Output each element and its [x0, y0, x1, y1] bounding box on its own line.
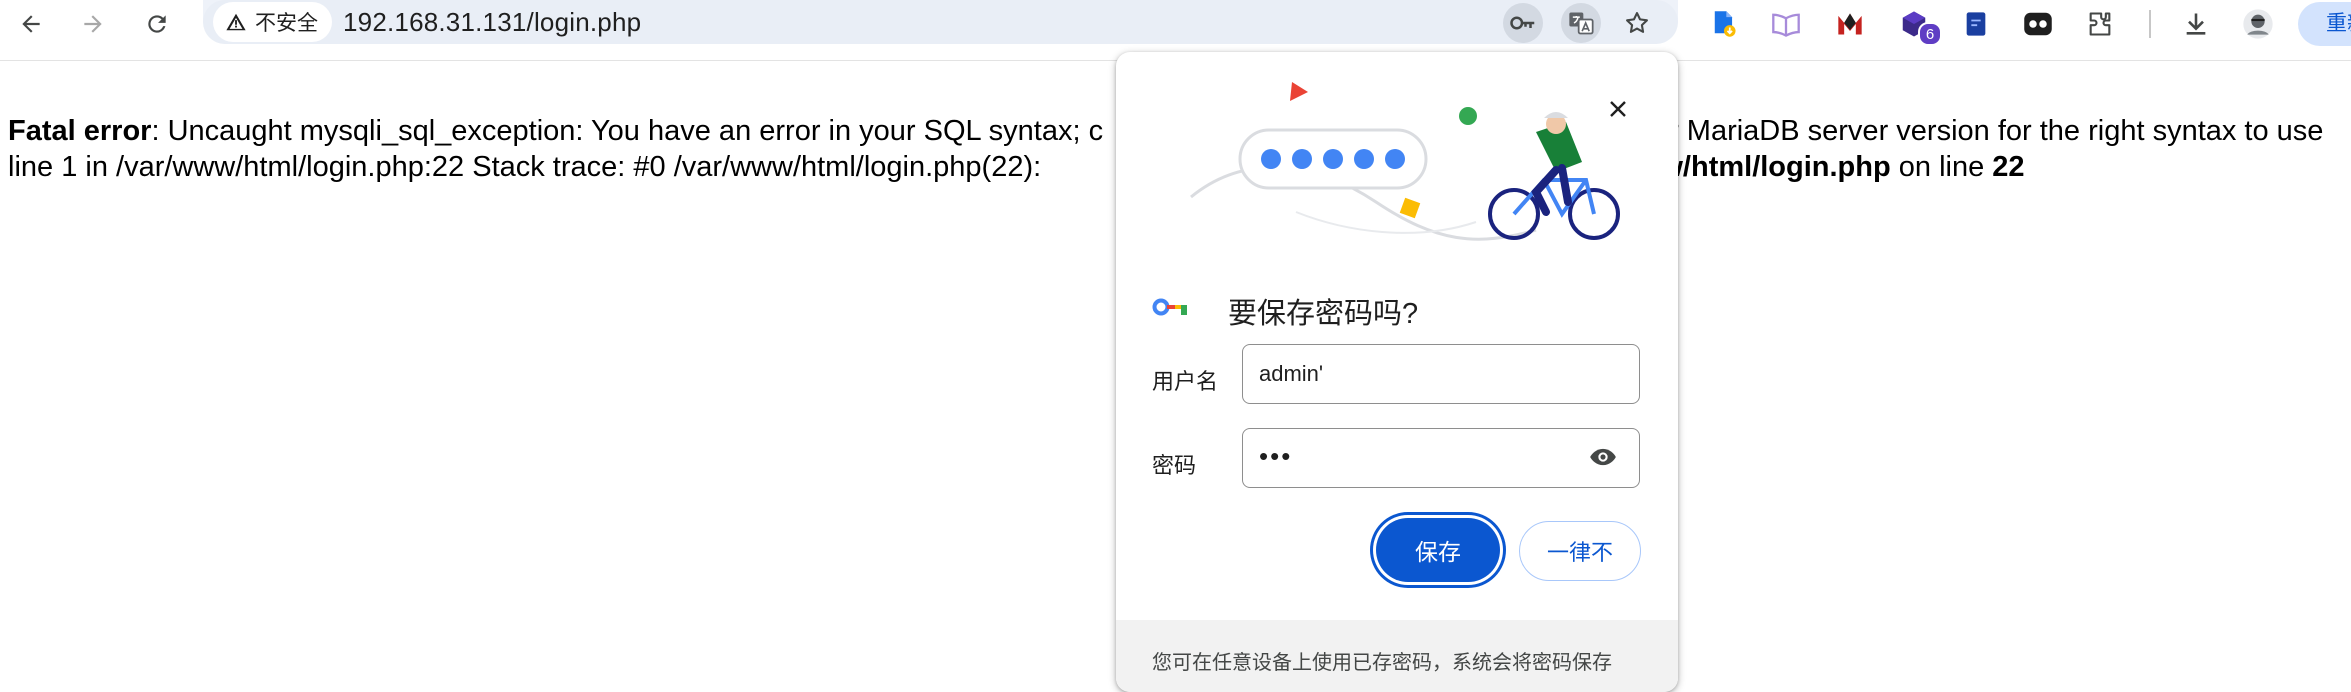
password-illustration: [1190, 82, 1620, 241]
username-label: 用户名: [1152, 369, 1219, 394]
dialog-title: 要保存密码吗?: [1228, 298, 1419, 330]
security-chip[interactable]: 不安全: [213, 2, 332, 42]
reload-icon: [148, 15, 166, 33]
back-button[interactable]: [10, 3, 52, 45]
forward-arrow-icon: [84, 15, 102, 33]
forward-button[interactable]: [72, 3, 114, 45]
extension-badge: 6: [1918, 22, 1942, 46]
password-key-button[interactable]: [1503, 3, 1543, 43]
dialog-footer: 您可在任意设备上使用已存密码，系统会将密码保存: [1116, 620, 1678, 692]
security-label: 不安全: [255, 12, 318, 35]
translate-icon: [1569, 12, 1594, 35]
close-button[interactable]: [1596, 87, 1640, 131]
error-text-1a: : Uncaught mysqli_sql_exception: You hav…: [151, 115, 1104, 147]
password-label: 密码: [1152, 453, 1197, 478]
extension-dark[interactable]: [2018, 4, 2058, 44]
extension-reader[interactable]: [1766, 4, 1806, 44]
toolbar-divider: [2149, 10, 2151, 38]
url-text[interactable]: 192.168.31.131/login.php: [343, 7, 641, 38]
address-bar[interactable]: 不安全 192.168.31.131/login.php: [203, 0, 1678, 44]
show-password-eye-icon[interactable]: [1589, 445, 1617, 469]
m-logo-extension-icon: [1838, 13, 1862, 35]
bookmark-star-button[interactable]: [1617, 3, 1657, 43]
key-icon: [1510, 16, 1535, 30]
close-icon: [1610, 101, 1626, 117]
fatal-error-label: Fatal error: [8, 115, 152, 147]
extensions-menu-button[interactable]: [2080, 4, 2120, 44]
star-icon: [1626, 12, 1648, 33]
extension-downloader[interactable]: [1704, 4, 1744, 44]
restart-button[interactable]: 重新: [2298, 2, 2351, 46]
dark-mask-extension-icon: [2024, 12, 2052, 36]
username-value: admin': [1259, 361, 1324, 386]
reload-button[interactable]: [136, 3, 178, 45]
extension-m[interactable]: [1830, 4, 1870, 44]
avatar-icon: [2243, 9, 2273, 39]
username-field[interactable]: admin': [1242, 344, 1640, 404]
blue-document-extension-icon: [1966, 12, 1986, 36]
error-text-2b: on line: [1890, 151, 1993, 183]
google-password-key-icon: [1152, 298, 1187, 316]
error-line-number: 22: [1992, 151, 2025, 183]
back-arrow-icon: [22, 15, 40, 33]
save-password-dialog: 要保存密码吗? 用户名 admin' 密码 ••• 保存 一律不 您可在任意设备…: [1116, 52, 1678, 692]
extension-blue-doc[interactable]: [1956, 4, 1996, 44]
error-text-1b: r MariaDB server version for the right s…: [1669, 115, 2324, 147]
save-button[interactable]: 保存: [1376, 518, 1500, 582]
file-download-extension-icon: [1714, 11, 1736, 37]
download-icon: [2186, 13, 2206, 35]
downloads-button[interactable]: [2176, 4, 2216, 44]
warning-icon: [226, 13, 246, 31]
error-text-2a: line 1 in /var/www/html/login.php:22 Sta…: [8, 151, 1042, 183]
profile-avatar-button[interactable]: [2238, 4, 2278, 44]
book-extension-icon: [1772, 13, 1800, 37]
never-button[interactable]: 一律不: [1519, 521, 1641, 581]
puzzle-piece-icon: [2089, 12, 2111, 36]
password-value: •••: [1259, 441, 1293, 471]
extension-purple[interactable]: 6: [1894, 4, 1942, 46]
password-field[interactable]: •••: [1242, 428, 1640, 488]
translate-button[interactable]: [1561, 3, 1601, 43]
